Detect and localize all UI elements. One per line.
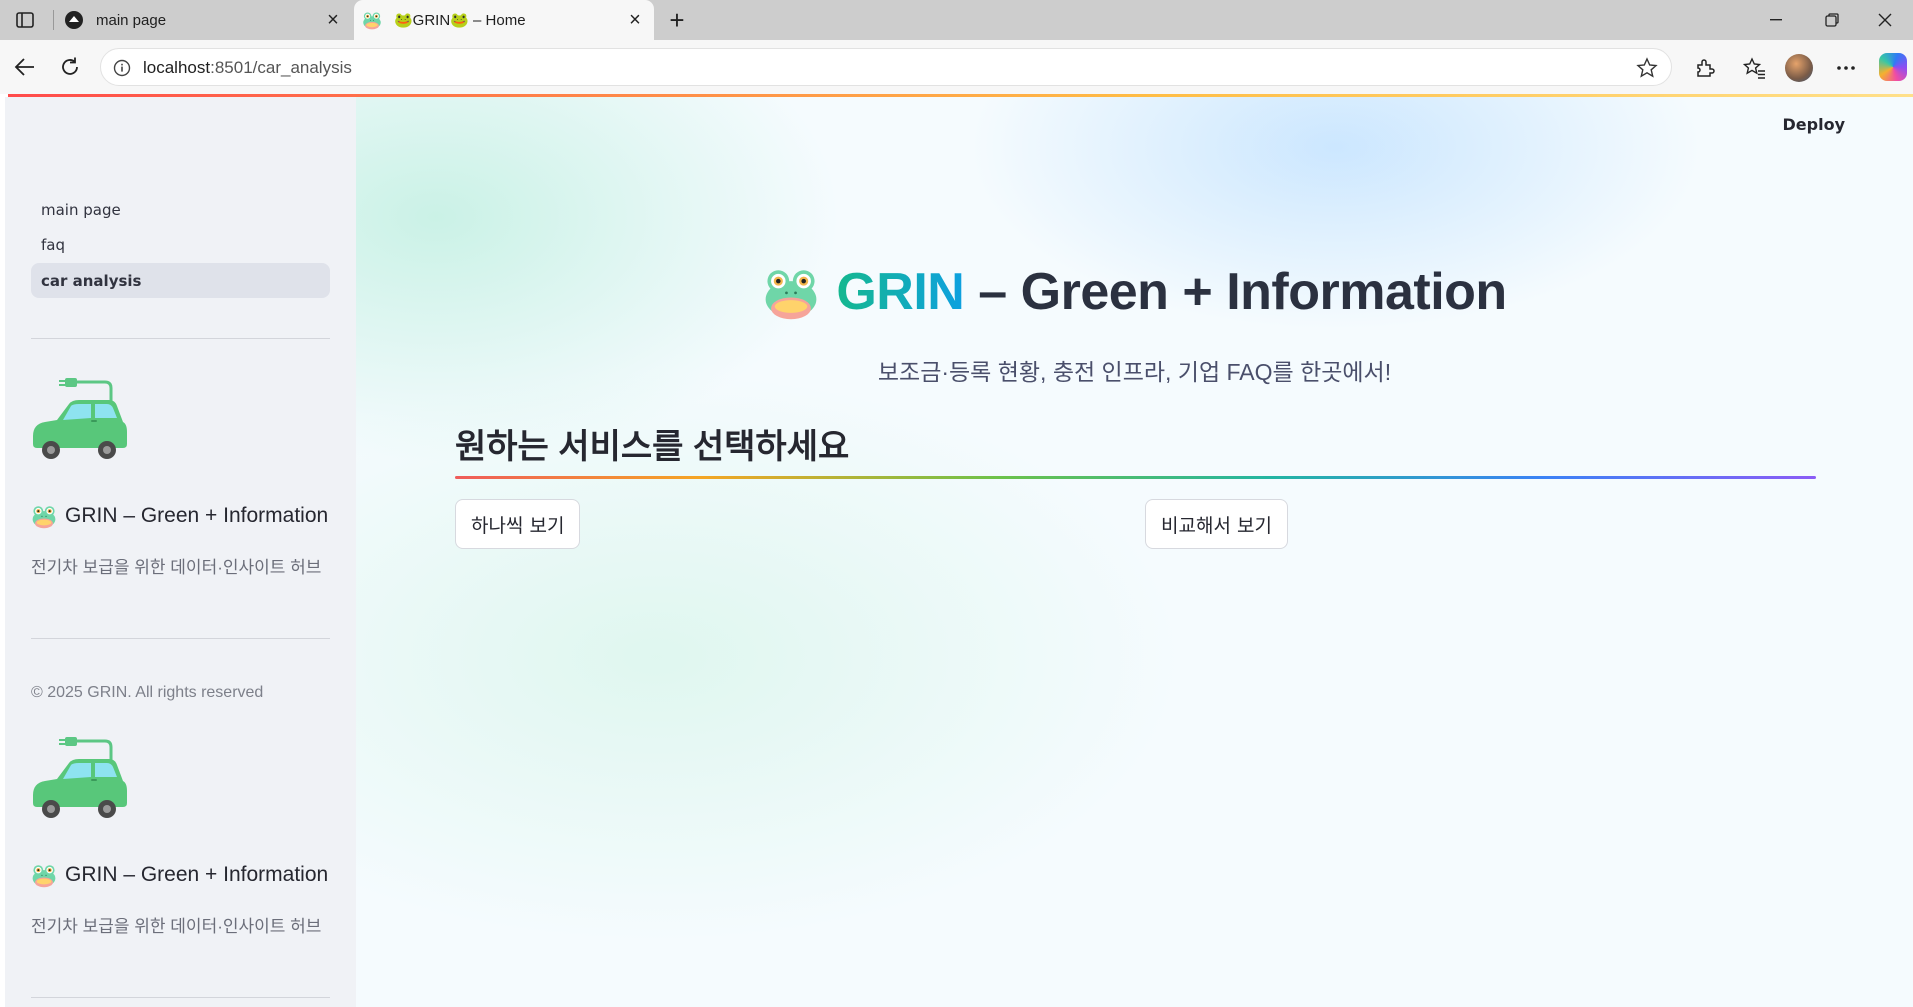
sidebar-brand-title-text: GRIN – Green + Information <box>65 504 329 527</box>
frog-favicon-icon <box>362 10 382 30</box>
favorites-icon[interactable] <box>1741 54 1769 82</box>
app-page: main page faq car analysis GRIN – Green … <box>0 94 1913 1007</box>
section-heading: 원하는 서비스를 선택하세요 <box>455 428 850 466</box>
address-bar[interactable]: localhost:8501/car_analysis <box>100 48 1672 86</box>
tab-title: main page <box>96 11 167 29</box>
sidebar-nav-main-page[interactable]: main page <box>31 192 330 227</box>
browser-tab-grin-home[interactable]: 🐸GRIN🐸 – Home × <box>354 0 654 40</box>
sidebar: main page faq car analysis GRIN – Green … <box>5 97 356 1007</box>
sidebar-divider <box>31 997 330 998</box>
profile-avatar[interactable] <box>1785 54 1813 82</box>
sidebar-brand-title: GRIN – Green + Information <box>31 862 351 888</box>
main-content: Deploy GRIN – Green + Information 보조금·등록… <box>356 97 1913 1007</box>
close-tab-icon[interactable]: × <box>624 9 646 31</box>
minimize-icon[interactable] <box>1748 0 1804 40</box>
browser-tab-main-page[interactable]: main page × <box>56 0 352 40</box>
hero-title-text: GRIN – Green + Information <box>836 262 1507 322</box>
copilot-icon[interactable] <box>1879 53 1907 81</box>
reload-icon[interactable] <box>53 50 87 84</box>
hero-title: GRIN – Green + Information <box>356 262 1913 322</box>
hero-title-rest: – Green + Information <box>978 263 1507 321</box>
url-host: localhost <box>143 58 211 77</box>
tab-actions-icon[interactable] <box>10 8 40 32</box>
sidebar-divider <box>31 338 330 339</box>
frog-icon <box>31 862 57 888</box>
frog-icon <box>762 263 820 321</box>
tab-title: 🐸GRIN🐸 – Home <box>394 12 526 29</box>
url-text: localhost:8501/car_analysis <box>143 58 352 78</box>
close-window-icon[interactable] <box>1857 0 1913 40</box>
sidebar-brand-title: GRIN – Green + Information <box>31 503 351 529</box>
sidebar-nav-faq[interactable]: faq <box>31 227 330 262</box>
copyright-text: © 2025 GRIN. All rights reserved <box>31 684 264 701</box>
section-rainbow-divider <box>455 476 1816 479</box>
hero-title-accent: GRIN <box>836 263 965 321</box>
deploy-button[interactable]: Deploy <box>1783 115 1846 134</box>
tab-separator <box>53 10 54 30</box>
url-path: :8501/car_analysis <box>210 58 352 77</box>
streamlit-favicon-icon <box>64 10 84 30</box>
browser-toolbar: localhost:8501/car_analysis <box>0 40 1913 94</box>
compare-view-button[interactable]: 비교해서 보기 <box>1145 499 1288 549</box>
browser-tab-bar: main page × 🐸GRIN🐸 – Home × + <box>0 0 1913 40</box>
favorite-star-icon[interactable] <box>1635 56 1659 80</box>
sidebar-brand-subtitle: 전기차 보급을 위한 데이터·인사이트 허브 <box>31 917 322 936</box>
restore-icon[interactable] <box>1804 0 1860 40</box>
ev-car-logo-icon <box>31 378 135 468</box>
site-info-icon[interactable] <box>111 57 133 79</box>
new-tab-icon[interactable]: + <box>663 5 691 35</box>
frog-icon <box>31 503 57 529</box>
hero-subtitle: 보조금·등록 현황, 충전 인프라, 기업 FAQ를 한곳에서! <box>877 359 1392 385</box>
more-options-icon[interactable] <box>1832 54 1860 82</box>
sidebar-brand-title-text: GRIN – Green + Information <box>65 863 329 886</box>
close-tab-icon[interactable]: × <box>322 9 344 31</box>
extensions-icon[interactable] <box>1691 54 1719 82</box>
sidebar-divider <box>31 638 330 639</box>
back-arrow-icon[interactable] <box>8 50 42 84</box>
ev-car-logo-icon <box>31 737 135 827</box>
sidebar-nav-car-analysis[interactable]: car analysis <box>31 263 330 298</box>
single-view-button[interactable]: 하나씩 보기 <box>455 499 581 549</box>
sidebar-brand-subtitle: 전기차 보급을 위한 데이터·인사이트 허브 <box>31 558 322 577</box>
